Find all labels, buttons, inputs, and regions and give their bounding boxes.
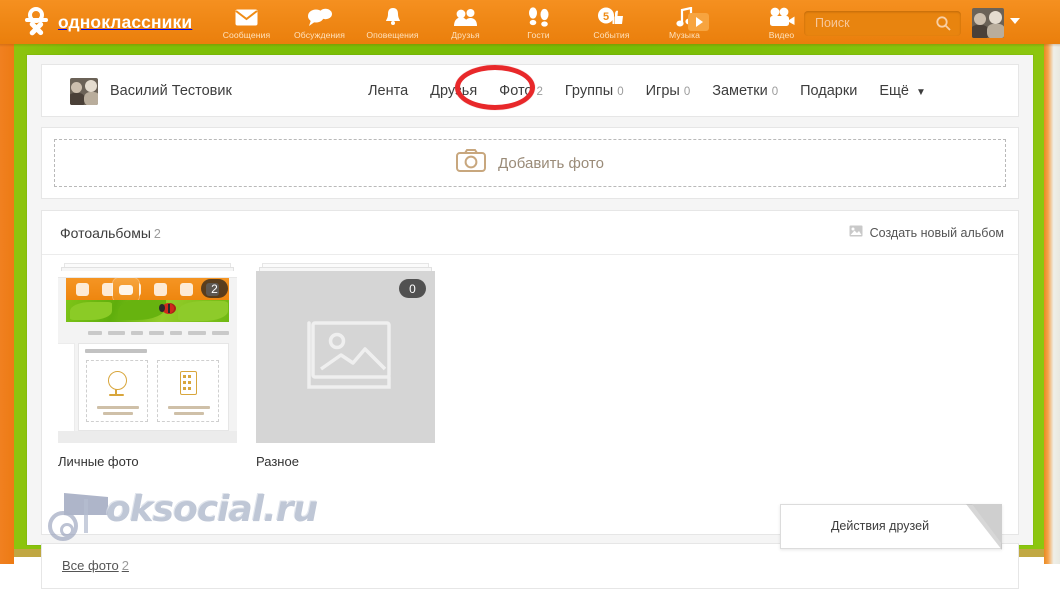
tab-count: 0 (771, 86, 779, 98)
search-placeholder: Поиск (815, 16, 850, 30)
page-right-rail (1044, 0, 1060, 564)
tab-count: 2 (536, 86, 543, 98)
albums-grid: 2 Личные фото 0 Разное (58, 263, 435, 469)
browser-frame: одноклассники Сообщения Обсуждения Опове (0, 0, 1060, 589)
search-input[interactable]: Поиск (804, 11, 961, 36)
create-album-button[interactable]: Создать новый альбом (849, 224, 1004, 242)
add-photo-label: Добавить фото (498, 154, 604, 172)
album-name: Личные фото (58, 454, 139, 469)
album-item[interactable]: 0 Разное (256, 263, 435, 469)
navitem-notifications[interactable]: Оповещения (356, 3, 429, 44)
user-avatar[interactable] (972, 8, 1004, 38)
friends-actions-popup[interactable]: Действия друзей (780, 504, 1002, 550)
chevron-down-icon[interactable] (1010, 18, 1020, 24)
ok-logo-icon (24, 6, 49, 38)
red-highlight-annotation (455, 65, 535, 110)
all-photos-link[interactable]: Все фото 2 (62, 558, 129, 573)
brand-logo-link[interactable]: одноклассники (24, 6, 192, 38)
tab-label: Игры (645, 83, 680, 99)
tab-groups[interactable]: Группы 0 (554, 83, 635, 99)
envelope-icon (235, 7, 258, 27)
chevron-down-icon: ▼ (915, 87, 926, 98)
video-play-button[interactable] (688, 13, 709, 31)
friends-actions-label: Действия друзей (830, 519, 930, 533)
image-icon (849, 224, 863, 242)
people-icon (453, 7, 479, 27)
tab-label: Лента (368, 83, 409, 99)
navitem-label: Оповещения (366, 30, 419, 40)
album-photo-count-badge: 2 (201, 279, 228, 298)
album-name: Разное (256, 454, 299, 469)
tab-lenta[interactable]: Лента (357, 83, 419, 99)
navbar-items: Сообщения Обсуждения Оповещения Друзья Г… (210, 3, 818, 44)
tab-count: 0 (617, 86, 624, 98)
profile-avatar[interactable] (70, 78, 98, 105)
navitem-label: Сообщения (222, 30, 271, 40)
tab-label: Подарки (800, 83, 858, 99)
tab-label: Заметки (712, 83, 768, 99)
navitem-music[interactable]: Музыка (648, 3, 721, 44)
tab-label: Ещё (879, 83, 909, 99)
svg-text:5: 5 (603, 11, 609, 23)
navitem-label: Обсуждения (294, 30, 345, 40)
albums-card: Фотоальбомы 2 Создать новый альбом 2 Лич… (41, 210, 1019, 535)
navitem-label: Музыка (669, 30, 700, 40)
navitem-label: Видео (768, 30, 795, 40)
tab-games[interactable]: Игры 0 (635, 83, 702, 99)
tab-notes[interactable]: Заметки 0 (701, 83, 789, 99)
bell-icon (384, 7, 402, 27)
albums-count: 2 (153, 227, 161, 241)
tab-count: 0 (683, 86, 691, 98)
page-left-rail (0, 0, 14, 564)
top-navbar: одноклассники Сообщения Обсуждения Опове (0, 0, 1060, 47)
navitem-label: Друзья (451, 30, 480, 40)
navitem-discussions[interactable]: Обсуждения (283, 3, 356, 44)
speech-bubbles-icon (307, 7, 333, 27)
footprints-icon (528, 7, 550, 27)
all-photos-card: Все фото 2 (41, 543, 1019, 589)
navitem-messages[interactable]: Сообщения (210, 3, 283, 44)
brand-name: одноклассники (58, 11, 193, 32)
page-content: Василий Тестовик Лента Друзья Фото 2 Гру… (27, 55, 1033, 589)
camera-icon (456, 149, 487, 177)
photo-album-icon (299, 317, 393, 398)
navitem-friends[interactable]: Друзья (429, 3, 502, 44)
add-photo-card: Добавить фото (41, 127, 1019, 199)
profile-tabs: Лента Друзья Фото 2 Группы 0 Игры 0 Заме… (357, 83, 937, 99)
tab-more[interactable]: Ещё ▼ (868, 83, 937, 99)
album-stack: 2 (58, 263, 237, 443)
albums-title-text: Фотоальбомы (60, 225, 151, 241)
album-stack: 0 (256, 263, 435, 443)
navitem-guests[interactable]: Гости (502, 3, 575, 44)
albums-title: Фотоальбомы 2 (60, 225, 161, 241)
navitem-label: События (593, 30, 630, 40)
tab-label: Группы (564, 83, 614, 99)
search-icon (936, 16, 951, 31)
album-photo-count-badge: 0 (399, 279, 426, 298)
all-photos-count: 2 (121, 558, 129, 573)
all-photos-label: Все фото (62, 558, 119, 573)
create-album-label: Создать новый альбом (869, 226, 1004, 240)
calendar-hand-icon: 5 (598, 7, 625, 27)
navitem-label: Гости (527, 30, 550, 40)
add-photo-dropzone[interactable]: Добавить фото (54, 139, 1006, 187)
album-item[interactable]: 2 Личные фото (58, 263, 237, 469)
navitem-events[interactable]: 5 События (575, 3, 648, 44)
profile-name: Василий Тестовик (110, 83, 232, 99)
video-camera-icon (768, 7, 795, 27)
tab-gifts[interactable]: Подарки (789, 83, 868, 99)
